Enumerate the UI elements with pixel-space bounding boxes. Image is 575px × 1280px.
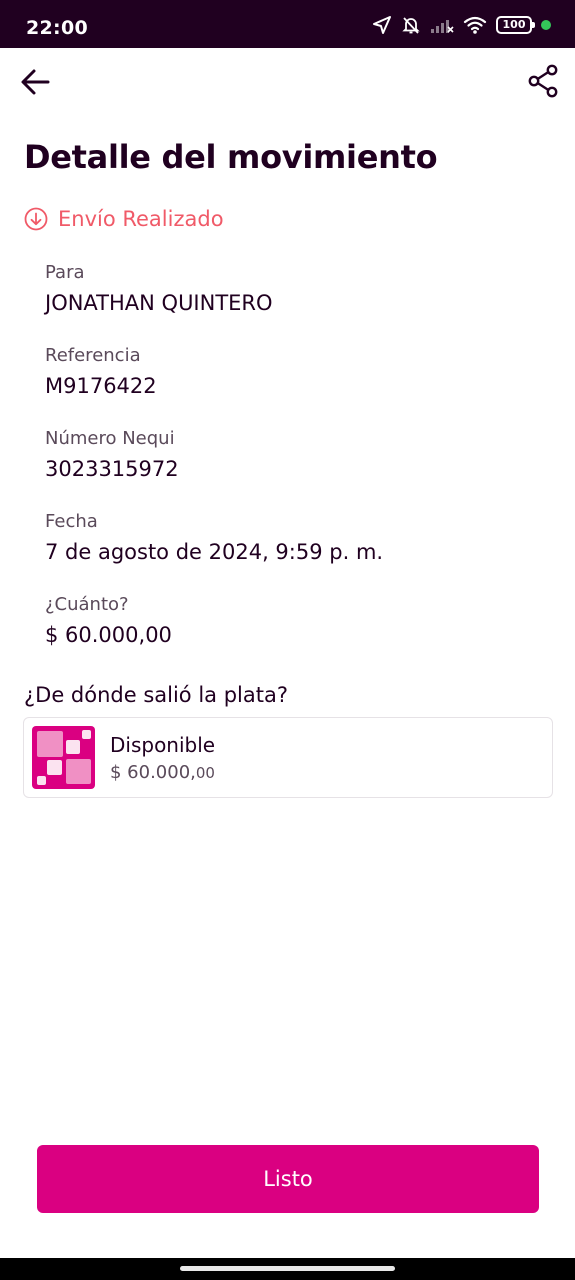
detail-value: $ 60.000,00 <box>45 623 172 647</box>
wifi-icon <box>463 16 487 34</box>
nequi-pocket-icon <box>32 726 95 789</box>
battery-level: 100 <box>502 18 526 31</box>
detail-label: Para <box>45 262 85 283</box>
movement-status: Envío Realizado <box>24 205 224 233</box>
detail-label: Fecha <box>45 511 98 532</box>
status-icons: 100 <box>372 14 551 36</box>
source-amount-cents: 00 <box>195 764 215 782</box>
battery-icon: 100 <box>496 16 535 34</box>
source-heading: ¿De dónde salió la plata? <box>24 683 288 707</box>
source-amount-main: $ 60.000, <box>110 762 196 783</box>
detail-nequi-number: Número Nequi 3023315972 <box>45 428 179 481</box>
detail-amount: ¿Cuánto? $ 60.000,00 <box>45 594 172 647</box>
circle-arrow-down-icon <box>24 207 48 231</box>
app-bar <box>0 48 575 112</box>
source-amount: $ 60.000,00 <box>110 762 215 783</box>
detail-label: ¿Cuánto? <box>45 594 129 615</box>
active-dot <box>541 20 551 30</box>
detail-value: JONATHAN QUINTERO <box>45 291 273 315</box>
home-handle[interactable] <box>180 1266 395 1271</box>
source-name: Disponible <box>110 733 216 757</box>
detail-value: 3023315972 <box>45 457 179 481</box>
arrow-left-icon[interactable] <box>18 64 54 100</box>
detail-recipient: Para JONATHAN QUINTERO <box>45 262 273 315</box>
detail-label: Número Nequi <box>45 428 175 449</box>
done-button[interactable]: Listo <box>37 1145 539 1213</box>
share-icon[interactable] <box>527 64 559 98</box>
detail-value: 7 de agosto de 2024, 9:59 p. m. <box>45 540 384 564</box>
detail-reference: Referencia M9176422 <box>45 345 157 398</box>
location-arrow-icon <box>373 16 391 34</box>
detail-label: Referencia <box>45 345 141 366</box>
page-title: Detalle del movimiento <box>24 138 438 176</box>
status-bar: 22:00 100 <box>0 0 575 48</box>
status-time: 22:00 <box>26 17 88 39</box>
movement-status-label: Envío Realizado <box>58 207 224 231</box>
bell-muted-icon <box>402 17 420 34</box>
signal-off-icon <box>431 20 454 33</box>
source-card[interactable]: Disponible $ 60.000,00 <box>23 717 553 798</box>
detail-value: M9176422 <box>45 374 157 398</box>
system-nav-bar <box>0 1258 575 1280</box>
detail-date: Fecha 7 de agosto de 2024, 9:59 p. m. <box>45 511 383 564</box>
